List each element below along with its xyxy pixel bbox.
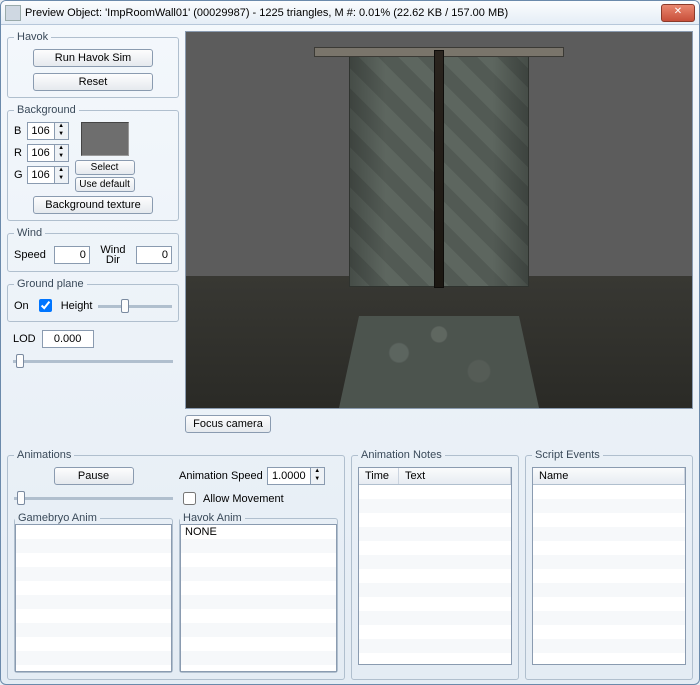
- lod-value: 0.000: [42, 330, 94, 348]
- spin-down-icon[interactable]: ▼: [310, 476, 324, 484]
- wind-dir-label: Wind Dir: [98, 245, 128, 265]
- titlebar[interactable]: Preview Object: 'ImpRoomWall01' (0002998…: [1, 1, 699, 25]
- spin-down-icon[interactable]: ▼: [54, 131, 68, 139]
- bg-color-swatch[interactable]: [81, 122, 129, 156]
- wind-speed-label: Speed: [14, 249, 46, 261]
- ground-on-label: On: [14, 300, 29, 312]
- allow-movement-label: Allow Movement: [203, 493, 284, 505]
- spin-up-icon[interactable]: ▲: [310, 468, 324, 476]
- client-area: Havok Run Havok Sim Reset Background B ▲…: [1, 25, 699, 684]
- wind-speed-input[interactable]: [54, 246, 90, 264]
- bottom-row: Animations Pause Gamebryo Anim: [7, 449, 693, 685]
- ground-on-checkbox[interactable]: [39, 299, 52, 312]
- wind-group: Wind Speed Wind Dir: [7, 227, 179, 272]
- focus-camera-button[interactable]: Focus camera: [185, 415, 271, 433]
- spin-up-icon[interactable]: ▲: [54, 167, 68, 175]
- notes-col-time[interactable]: Time: [359, 468, 399, 484]
- events-legend: Script Events: [532, 449, 603, 461]
- bg-default-button[interactable]: Use default: [75, 177, 135, 192]
- wind-dir-input[interactable]: [136, 246, 172, 264]
- allow-movement-checkbox[interactable]: [183, 492, 196, 505]
- bg-select-button[interactable]: Select: [75, 160, 135, 175]
- notes-legend: Animation Notes: [358, 449, 445, 461]
- events-list[interactable]: Name: [532, 467, 686, 665]
- havok-legend: Havok: [14, 31, 51, 43]
- animation-notes-group: Animation Notes Time Text: [351, 449, 519, 680]
- spin-down-icon[interactable]: ▼: [54, 153, 68, 161]
- spin-up-icon[interactable]: ▲: [54, 123, 68, 131]
- gamebryo-anim-list[interactable]: [15, 524, 172, 672]
- window-title: Preview Object: 'ImpRoomWall01' (0002998…: [25, 7, 661, 19]
- bg-r-input[interactable]: ▲▼: [27, 144, 69, 162]
- ground-height-label: Height: [61, 300, 93, 312]
- viewport-3d[interactable]: [185, 31, 693, 409]
- script-events-group: Script Events Name: [525, 449, 693, 680]
- animations-legend: Animations: [14, 449, 74, 461]
- anim-speed-input[interactable]: ▲▼: [267, 467, 325, 485]
- events-col-name[interactable]: Name: [533, 468, 685, 484]
- havok-anim-legend: Havok Anim: [180, 512, 245, 524]
- notes-col-text[interactable]: Text: [399, 468, 511, 484]
- background-group: Background B ▲▼ R ▲▼ G: [7, 104, 179, 221]
- app-icon: [5, 5, 21, 21]
- havok-anim-list[interactable]: NONE: [180, 524, 337, 672]
- close-button[interactable]: ✕: [661, 4, 695, 22]
- pause-button[interactable]: Pause: [54, 467, 134, 485]
- havok-group: Havok Run Havok Sim Reset: [7, 31, 179, 98]
- bg-g-label: G: [14, 169, 23, 181]
- viewport-pillar: [434, 50, 444, 288]
- gamebryo-anim-group: Gamebryo Anim: [14, 512, 173, 673]
- gamebryo-legend: Gamebryo Anim: [15, 512, 100, 524]
- notes-list[interactable]: Time Text: [358, 467, 512, 665]
- lod-label: LOD: [13, 333, 36, 345]
- bg-b-input[interactable]: ▲▼: [27, 122, 69, 140]
- anim-scrub-slider[interactable]: [14, 489, 173, 506]
- bg-texture-button[interactable]: Background texture: [33, 196, 153, 214]
- bg-r-label: R: [14, 147, 23, 159]
- havok-anim-none: NONE: [181, 525, 336, 671]
- left-panel: Havok Run Havok Sim Reset Background B ▲…: [7, 31, 179, 443]
- ground-group: Ground plane On Height: [7, 278, 179, 322]
- viewport-floor: [339, 316, 539, 408]
- havok-anim-group: Havok Anim NONE: [179, 512, 338, 673]
- wind-legend: Wind: [14, 227, 45, 239]
- animations-group: Animations Pause Gamebryo Anim: [7, 449, 345, 680]
- reset-button[interactable]: Reset: [33, 73, 153, 91]
- ground-legend: Ground plane: [14, 278, 87, 290]
- run-havok-button[interactable]: Run Havok Sim: [33, 49, 153, 67]
- ground-height-slider[interactable]: [98, 297, 172, 315]
- spin-down-icon[interactable]: ▼: [54, 175, 68, 183]
- background-legend: Background: [14, 104, 79, 116]
- lod-slider[interactable]: [13, 352, 173, 443]
- anim-speed-label: Animation Speed: [179, 470, 263, 482]
- spin-up-icon[interactable]: ▲: [54, 145, 68, 153]
- preview-window: Preview Object: 'ImpRoomWall01' (0002998…: [0, 0, 700, 685]
- bg-g-input[interactable]: ▲▼: [27, 166, 69, 184]
- bg-b-label: B: [14, 125, 23, 137]
